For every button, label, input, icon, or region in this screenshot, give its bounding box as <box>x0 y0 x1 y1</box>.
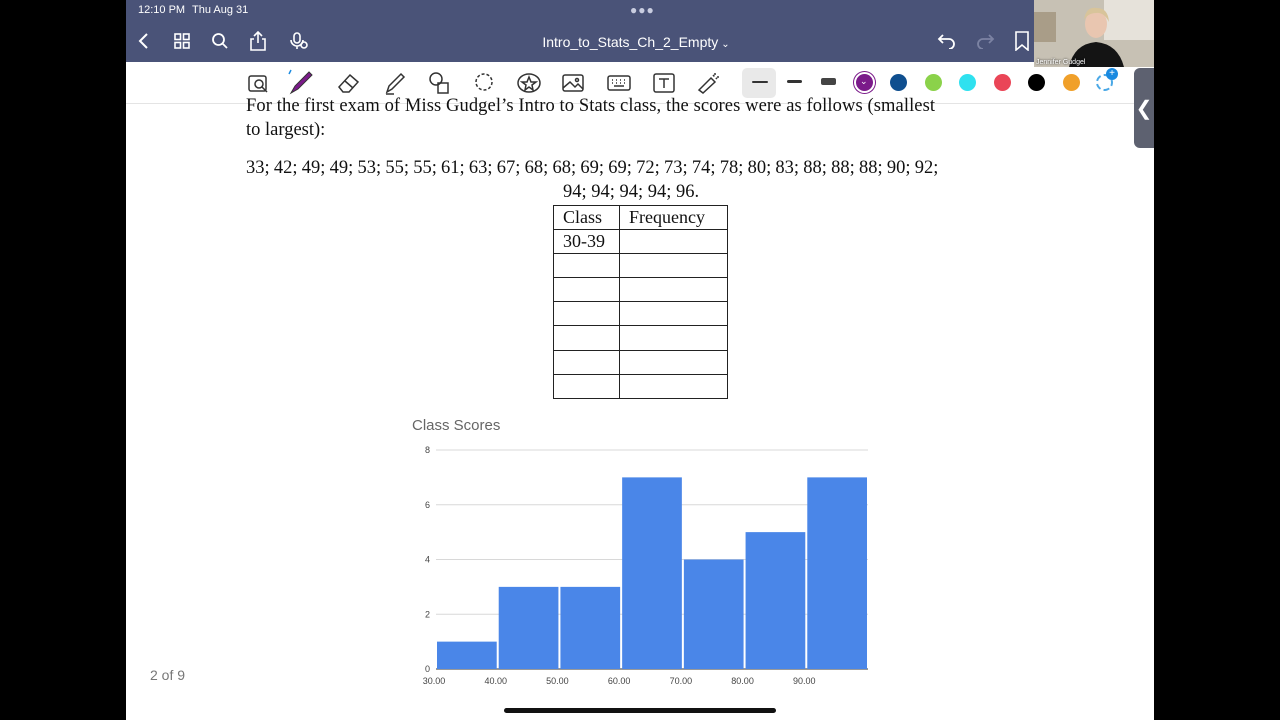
table-cell <box>619 373 728 399</box>
chart-title: Class Scores <box>412 417 501 434</box>
table-cell <box>619 301 728 327</box>
table-cell <box>619 349 728 375</box>
stroke-medium-option[interactable] <box>787 80 802 83</box>
table-row <box>553 277 728 303</box>
status-time: 12:10 PM <box>138 4 186 16</box>
histogram-bar <box>622 477 682 669</box>
lasso-icon[interactable] <box>469 69 499 97</box>
sticker-icon[interactable] <box>514 69 544 97</box>
x-tick-label: 30.00 <box>423 676 446 686</box>
x-tick-label: 90.00 <box>793 676 816 686</box>
histogram-bar <box>745 532 806 669</box>
table-row <box>553 301 728 327</box>
x-tick-label: 60.00 <box>608 676 631 686</box>
pen-icon[interactable] <box>286 69 316 97</box>
table-cell <box>619 277 728 303</box>
scores-text-line2: 94; 94; 94; 94; 96. <box>563 182 700 202</box>
table-row <box>553 325 728 351</box>
table-row <box>553 349 728 375</box>
share-icon[interactable] <box>245 28 271 54</box>
histogram-bar <box>560 586 621 669</box>
ipad-screen: 12:10 PM Thu Aug 31 ●●● Intro_to_Stats_C… <box>126 0 1154 720</box>
color-swatch-purple[interactable]: ⌄ <box>856 74 873 91</box>
frequency-table: Class Frequency 30-39 <box>553 204 728 399</box>
table-cell <box>619 325 728 351</box>
y-tick-label: 6 <box>425 500 430 510</box>
y-tick-label: 4 <box>425 555 430 565</box>
scores-text-line1: 33; 42; 49; 49; 53; 55; 55; 61; 63; 67; … <box>246 158 939 178</box>
table-cell <box>553 301 620 327</box>
table-header-row: Class Frequency <box>553 204 728 231</box>
multitasking-dots-icon[interactable]: ●●● <box>630 3 655 17</box>
table-cell <box>553 253 620 279</box>
search-icon[interactable] <box>207 28 233 54</box>
status-date: Thu Aug 31 <box>192 4 249 16</box>
table-header-class: Class <box>553 204 620 231</box>
webcam-name-label: Jennifer Gudgel <box>1036 59 1086 66</box>
x-tick-label: 50.00 <box>546 676 569 686</box>
undo-icon[interactable] <box>934 28 960 54</box>
x-tick-label: 80.00 <box>731 676 754 686</box>
problem-text-line1: For the first exam of Miss Gudgel’s Intr… <box>246 96 936 116</box>
webcam-overlay: Jennifer Gudgel <box>1034 0 1154 67</box>
y-tick-label: 0 <box>425 664 430 674</box>
histogram-bar <box>683 559 744 669</box>
x-tick-label: 70.00 <box>670 676 693 686</box>
color-swatch-blue[interactable] <box>890 74 907 91</box>
text-box-icon[interactable] <box>649 69 679 97</box>
presenter-video <box>1034 0 1154 67</box>
image-icon[interactable] <box>558 69 588 97</box>
redo-icon[interactable] <box>972 28 998 54</box>
problem-text-line2: to largest): <box>246 120 326 140</box>
table-row <box>553 373 728 399</box>
histogram-bar <box>498 586 559 669</box>
y-tick-label: 8 <box>425 445 430 455</box>
table-cell <box>553 373 620 399</box>
back-icon[interactable] <box>131 28 157 54</box>
app-bar: 12:10 PM Thu Aug 31 ●●● Intro_to_Stats_C… <box>126 0 1154 62</box>
color-swatch-cyan[interactable] <box>959 74 976 91</box>
table-cell <box>619 253 728 279</box>
histogram-chart: 0 2 4 6 8 30.00 40.00 50.00 60.00 70.00 80.00 90.00 <box>423 445 868 686</box>
table-cell <box>553 349 620 375</box>
bookmark-icon[interactable] <box>1009 28 1035 54</box>
y-tick-label: 2 <box>425 609 430 619</box>
table-cell <box>553 277 620 303</box>
eraser-icon[interactable] <box>334 69 364 97</box>
table-row: 30-39 <box>553 229 728 255</box>
document-page: For the first exam of Miss Gudgel’s Intr… <box>126 96 1134 720</box>
page-indicator: 2 of 9 <box>150 667 186 683</box>
microphone-icon[interactable] <box>285 28 311 54</box>
color-swatch-green[interactable] <box>925 74 942 91</box>
stroke-thin-option[interactable] <box>752 81 768 83</box>
histogram-bar <box>437 641 497 669</box>
table-row <box>553 253 728 279</box>
sidebar-handle-chevron-left-icon[interactable]: ❮ <box>1134 68 1154 148</box>
stroke-thin-selected-bg <box>742 68 776 98</box>
stroke-thick-option[interactable] <box>821 78 836 85</box>
document-title[interactable]: Intro_to_Stats_Ch_2_Empty ⌄ <box>486 34 786 50</box>
color-swatch-red[interactable] <box>994 74 1011 91</box>
laser-pointer-icon[interactable] <box>694 69 724 97</box>
chevron-down-icon: ⌄ <box>860 76 868 86</box>
table-cell <box>553 325 620 351</box>
color-swatch-black[interactable] <box>1028 74 1045 91</box>
highlighter-icon[interactable] <box>380 69 410 97</box>
x-tick-label: 40.00 <box>484 676 507 686</box>
shapes-icon[interactable] <box>424 69 454 97</box>
histogram-bar <box>807 477 867 669</box>
home-indicator[interactable] <box>504 708 776 713</box>
table-cell: 30-39 <box>553 229 620 255</box>
table-header-frequency: Frequency <box>619 204 728 231</box>
grid-view-icon[interactable] <box>169 28 195 54</box>
color-swatch-orange[interactable] <box>1063 74 1080 91</box>
document-title-text: Intro_to_Stats_Ch_2_Empty <box>542 34 719 50</box>
add-color-icon[interactable]: + <box>1096 68 1118 91</box>
keyboard-icon[interactable] <box>604 69 634 97</box>
table-cell <box>619 229 728 255</box>
lasso-zoom-icon[interactable] <box>244 69 274 97</box>
chevron-down-icon: ⌄ <box>721 39 730 50</box>
